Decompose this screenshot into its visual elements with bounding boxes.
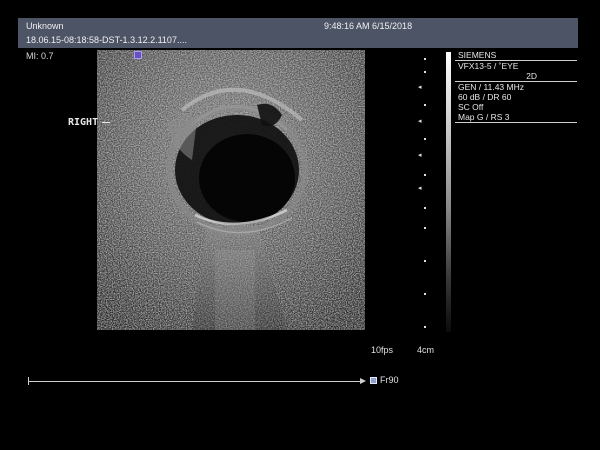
- depth-major-tick: ◂: [418, 84, 422, 91]
- depth-tick: [424, 326, 426, 328]
- imaging-mode: 2D: [455, 71, 577, 82]
- depth-tick: [424, 71, 426, 73]
- mechanical-index: MI: 0.7: [26, 51, 54, 61]
- gain-readout: 60 dB / DR 60: [458, 92, 512, 102]
- depth-major-tick: ◂: [418, 118, 422, 125]
- ultrasound-scan-graphic: [97, 50, 365, 330]
- depth-tick: [424, 174, 426, 176]
- frame-rate: 10fps: [371, 345, 394, 355]
- depth-tick: [424, 227, 426, 229]
- depth-scale: ◂ ◂ ◂ ◂: [418, 52, 438, 332]
- exam-datetime: 9:48:16 AM 6/15/2018: [324, 21, 413, 31]
- depth-major-tick: ◂: [418, 185, 422, 192]
- depth-tick: [424, 293, 426, 295]
- grayscale-bar: [446, 52, 451, 332]
- depth-tick: [424, 138, 426, 140]
- body-marker: RIGHT: [68, 117, 111, 128]
- focus-marker: [134, 51, 142, 59]
- header-bar: Unknown 9:48:16 AM 6/15/2018 18.06.15-08…: [18, 18, 578, 48]
- transducer-preset: VFX13-5 / ˚EYE: [458, 61, 519, 71]
- frequency-readout: GEN / 11.43 MHz: [458, 82, 524, 92]
- cine-scrollbar[interactable]: [28, 376, 368, 386]
- depth-tick: [424, 207, 426, 209]
- cine-track[interactable]: [28, 381, 364, 382]
- frame-number: Fr90: [380, 375, 399, 385]
- sc-readout: SC Off: [458, 102, 484, 112]
- study-id: 18.06.15-08:18:58-DST-1.3.12.2.1107....: [26, 35, 187, 45]
- depth-readout: 4cm: [417, 345, 435, 355]
- depth-tick: [424, 104, 426, 106]
- frame-icon: [370, 377, 377, 384]
- imaging-parameters-panel: SIEMENS VFX13-5 / ˚EYE 2D GEN / 11.43 MH…: [455, 50, 577, 123]
- cine-end-arrow-icon[interactable]: [360, 378, 366, 384]
- patient-name: Unknown: [26, 21, 64, 31]
- body-marker-label: RIGHT: [68, 117, 99, 128]
- depth-tick: [424, 58, 426, 60]
- depth-major-tick: ◂: [418, 152, 422, 159]
- vendor-label: SIEMENS: [455, 50, 577, 61]
- ultrasound-image[interactable]: [97, 50, 365, 330]
- body-marker-tick: [102, 121, 111, 123]
- depth-tick: [424, 260, 426, 262]
- map-readout: Map G / RS 3: [455, 112, 577, 123]
